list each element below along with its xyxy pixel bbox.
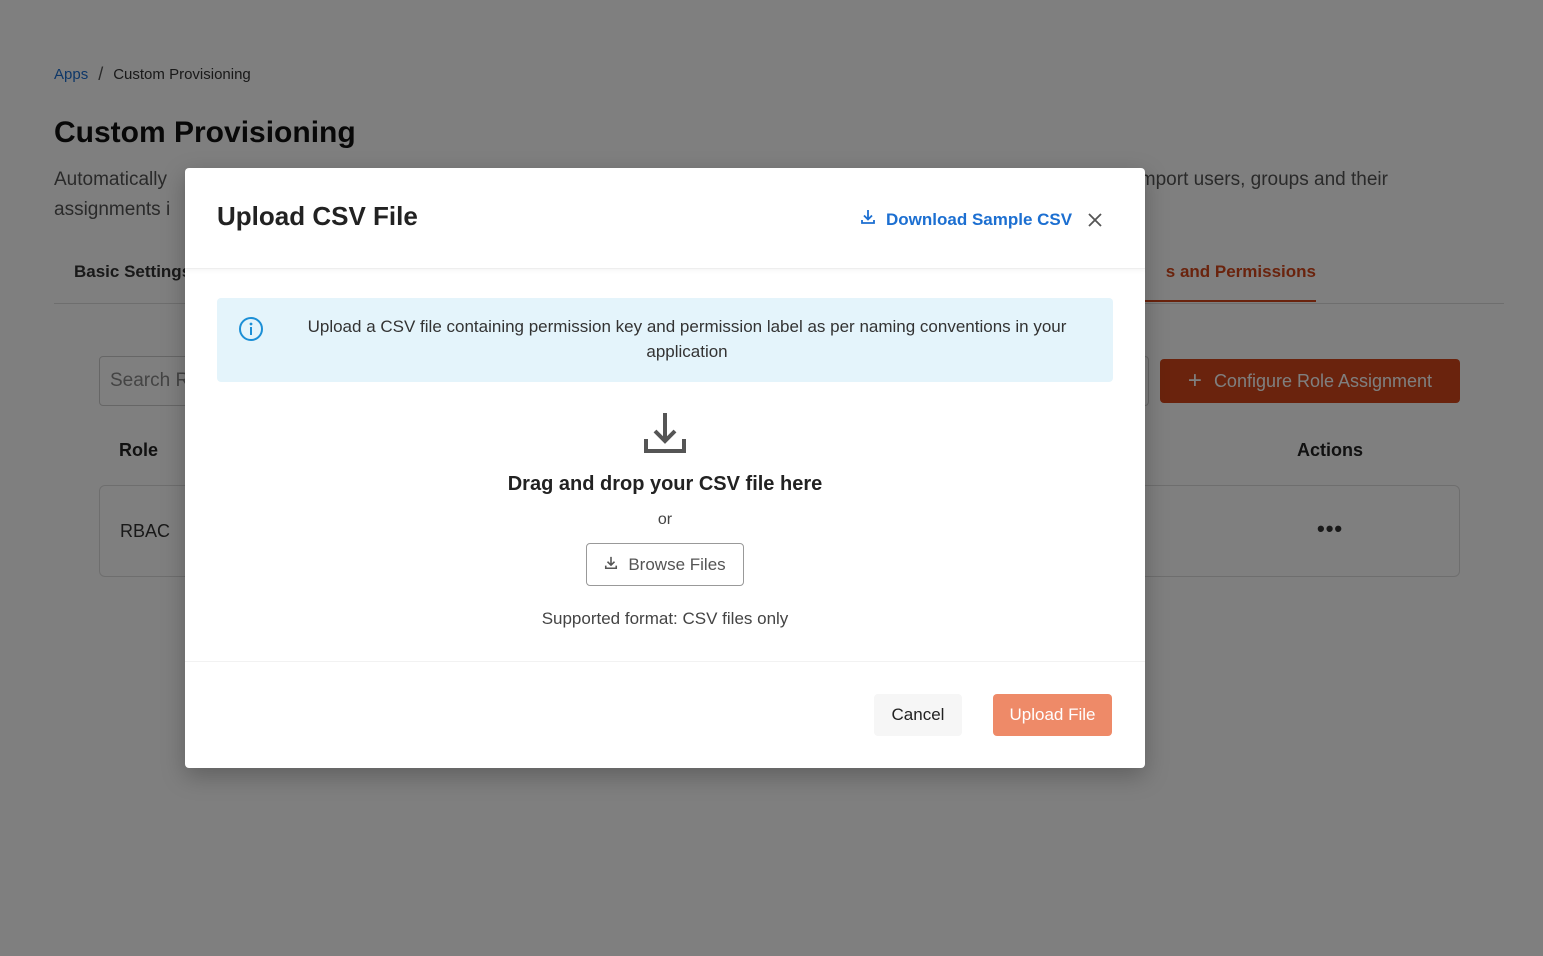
- browse-files-button[interactable]: Browse Files: [586, 543, 744, 586]
- info-banner: Upload a CSV file containing permission …: [217, 298, 1113, 382]
- download-sample-csv-link[interactable]: Download Sample CSV: [860, 209, 1072, 230]
- upload-csv-modal: Upload CSV File Download Sample CSV Uplo…: [185, 168, 1145, 768]
- or-text: or: [657, 511, 673, 528]
- info-text: Upload a CSV file containing permission …: [307, 317, 1067, 361]
- modal-footer: Cancel Upload File: [185, 661, 1145, 768]
- drag-drop-text: Drag and drop your CSV file here: [507, 473, 823, 495]
- close-icon[interactable]: [1085, 210, 1105, 230]
- modal-title: Upload CSV File: [217, 201, 418, 231]
- cancel-button[interactable]: Cancel: [874, 694, 962, 736]
- download-sample-csv-label: Download Sample CSV: [886, 209, 1073, 229]
- browse-files-label: Browse Files: [628, 554, 726, 574]
- download-icon: [860, 209, 876, 230]
- download-icon: [604, 555, 618, 575]
- supported-format-text: Supported format: CSV files only: [541, 609, 789, 628]
- upload-tray-icon: [643, 411, 687, 460]
- upload-file-button[interactable]: Upload File: [993, 694, 1112, 736]
- modal-header: Upload CSV File Download Sample CSV: [185, 168, 1145, 269]
- info-icon: [238, 316, 264, 347]
